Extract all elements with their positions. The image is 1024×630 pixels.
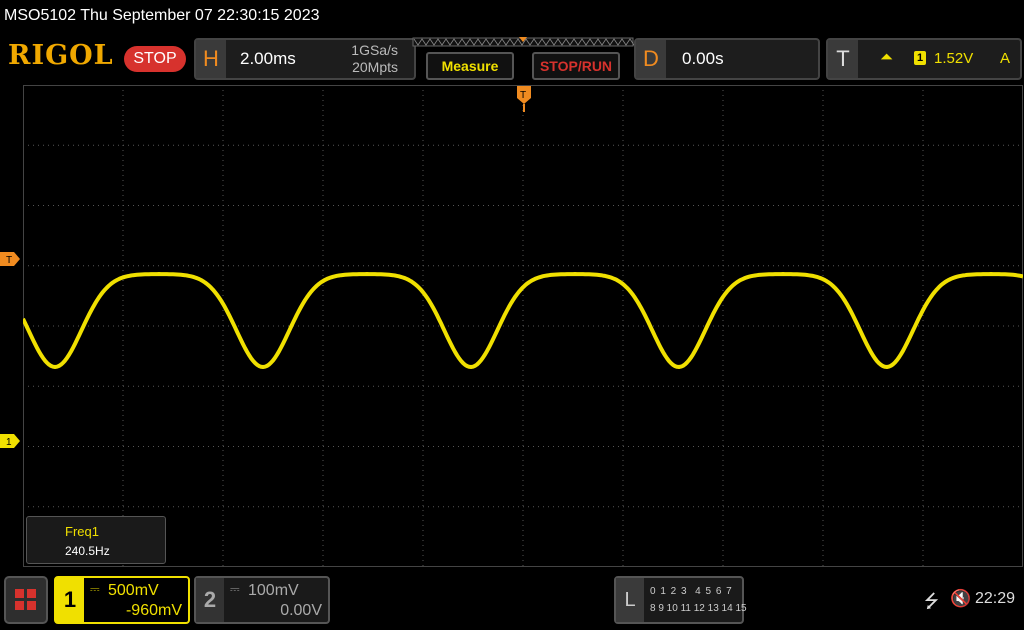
trigger-level-marker[interactable]: T <box>0 252 20 266</box>
channel-2-panel[interactable]: 2 ⎓ 100mV 0.00V <box>194 576 330 624</box>
horizontal-panel[interactable]: H 2.00ms 1GSa/s 20Mpts <box>194 38 416 80</box>
memory-position-meter <box>412 37 634 47</box>
timebase-value: 2.00ms <box>240 49 296 68</box>
trigger-source: 1 <box>914 51 926 65</box>
logic-channels-row-1: 0 1 2 3 4 5 6 7 <box>650 586 733 597</box>
delay-value: 0.00s <box>682 49 724 68</box>
status-clock: 22:29 <box>975 590 1016 607</box>
memory-depth: 20Mpts <box>352 59 398 75</box>
channel-1-scale: 500mV <box>108 582 159 599</box>
dc-coupling-icon: ⎓ <box>90 582 100 596</box>
title-bar: MSO5102 Thu September 07 22:30:15 2023 <box>0 0 1024 32</box>
stop-run-button[interactable]: STOP/RUN <box>532 52 620 80</box>
channel-1-panel[interactable]: 1 ⎓ 500mV -960mV <box>54 576 190 624</box>
svg-text:T: T <box>520 90 526 101</box>
run-state-badge[interactable]: STOP <box>124 46 186 72</box>
trigger-mode: A <box>1000 50 1011 67</box>
channel-1-offset: -960mV <box>125 602 182 619</box>
rigol-logo: RIGOL <box>8 40 114 71</box>
measurement-value: 240.5Hz <box>65 544 110 558</box>
trigger-position-marker[interactable]: T <box>516 86 532 112</box>
rising-edge-icon: ⏶ <box>880 49 893 66</box>
measurement-name: Freq1 <box>65 524 99 539</box>
usb-icon: ⭍ <box>924 591 939 611</box>
trigger-letter: T <box>828 40 858 78</box>
graticule <box>23 85 1023 567</box>
dc-coupling-icon: ⎓ <box>230 582 240 596</box>
channel-2-number: 2 <box>196 578 224 622</box>
measure-button[interactable]: Measure <box>426 52 514 80</box>
measurement-box[interactable]: Freq1 240.5Hz <box>26 516 166 564</box>
waveform-display[interactable] <box>23 85 1023 567</box>
trigger-panel[interactable]: T ⏶ 1 1.52V A <box>826 38 1022 80</box>
ch1-offset-marker[interactable]: 1 <box>0 434 20 448</box>
home-menu-icon[interactable] <box>4 576 48 624</box>
logic-letter: L <box>616 578 644 622</box>
delay-letter: D <box>636 40 666 78</box>
logic-channels-row-2: 8 9 10 11 12 13 14 15 <box>650 603 747 614</box>
channel-2-offset: 0.00V <box>280 602 322 619</box>
sample-rate: 1GSa/s <box>351 42 398 58</box>
trigger-level: 1.52V <box>934 50 974 67</box>
channel-2-scale: 100mV <box>248 582 299 599</box>
channel-1-number: 1 <box>56 578 84 622</box>
logic-analyzer-panel[interactable]: L 0 1 2 3 4 5 6 7 8 9 10 11 12 13 14 15 <box>614 576 747 624</box>
horizontal-letter: H <box>196 40 226 78</box>
delay-panel[interactable]: D 0.00s <box>634 38 820 80</box>
mute-icon[interactable]: 🔇 <box>950 589 971 609</box>
ch1-marker-label: 1 <box>6 437 12 448</box>
trigger-marker-label: T <box>6 255 12 266</box>
